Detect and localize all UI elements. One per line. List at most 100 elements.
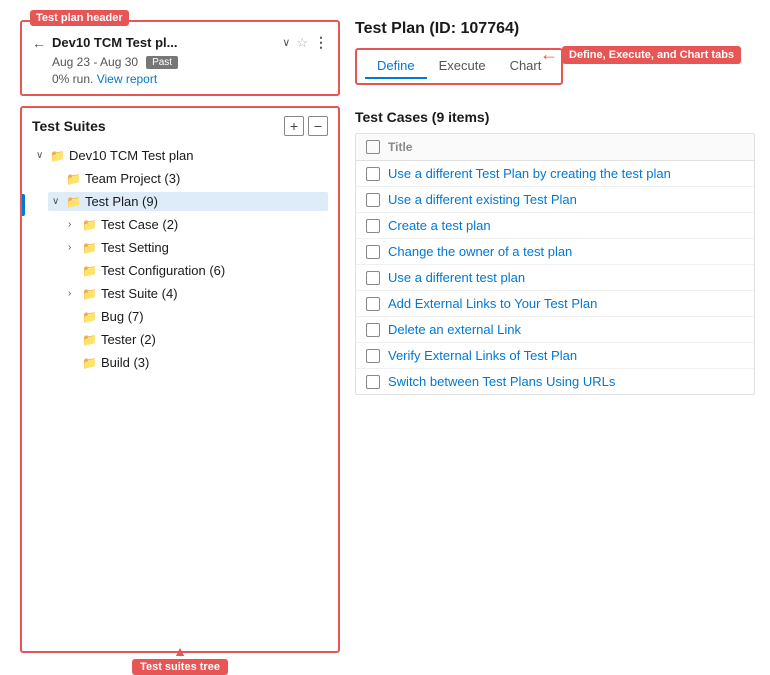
tree-item-label: Test Suite (4) — [101, 286, 178, 301]
tc-item-title[interactable]: Add External Links to Your Test Plan — [388, 296, 597, 311]
tc-checkbox[interactable] — [366, 245, 380, 259]
expand-icon[interactable]: › — [68, 288, 78, 299]
tc-item-title[interactable]: Verify External Links of Test Plan — [388, 348, 577, 363]
tc-checkbox[interactable] — [366, 193, 380, 207]
tc-checkbox[interactable] — [366, 297, 380, 311]
tree-item-label: Build (3) — [101, 355, 149, 370]
header-date-row: Aug 23 - Aug 30 Past — [52, 55, 328, 69]
tree-item[interactable]: ∨ 📁 Test Plan (9) — [32, 190, 328, 213]
folder-icon: 📁 — [82, 241, 97, 255]
remove-suite-button[interactable]: − — [308, 116, 328, 136]
select-all-checkbox[interactable] — [366, 140, 380, 154]
tree-item-row[interactable]: 📁 Test Configuration (6) — [64, 261, 328, 280]
tc-row[interactable]: Use a different existing Test Plan — [356, 187, 754, 213]
badge-arrow-up: ▲ — [132, 643, 228, 659]
tree-item[interactable]: ∨📁Dev10 TCM Test plan — [32, 144, 328, 167]
tc-list: Use a different Test Plan by creating th… — [356, 161, 754, 394]
tree-item-row[interactable]: › 📁 Test Suite (4) — [64, 284, 328, 303]
tree-item-label: Test Setting — [101, 240, 169, 255]
tc-row[interactable]: Create a test plan — [356, 213, 754, 239]
tab-define[interactable]: Define — [365, 54, 427, 79]
tc-checkbox[interactable] — [366, 375, 380, 389]
chevron-down-icon[interactable]: ∨ — [282, 36, 290, 49]
tc-checkbox[interactable] — [366, 271, 380, 285]
suites-tree-badge-container: ▲ Test suites tree — [132, 643, 228, 675]
tree-item[interactable]: 📁 Bug (7) — [32, 305, 328, 328]
tab-execute[interactable]: Execute — [427, 54, 498, 79]
tc-item-title[interactable]: Switch between Test Plans Using URLs — [388, 374, 615, 389]
tree-item-row[interactable]: 📁Tester (2) — [64, 330, 328, 349]
tree-item-row[interactable]: 📁 Bug (7) — [64, 307, 328, 326]
tree-item-row[interactable]: ∨📁Dev10 TCM Test plan — [32, 146, 328, 165]
tree-item-label: Team Project (3) — [85, 171, 180, 186]
tc-col-title: Title — [388, 140, 412, 154]
folder-icon: 📁 — [82, 310, 97, 324]
tree-item[interactable]: › 📁 Test Setting — [32, 236, 328, 259]
header-badge-label: Test plan header — [30, 10, 129, 26]
tree-item-label: Tester (2) — [101, 332, 156, 347]
folder-icon: 📁 — [82, 264, 97, 278]
tree-item-row[interactable]: ∨ 📁 Test Plan (9) — [48, 192, 328, 211]
tc-row[interactable]: Add External Links to Your Test Plan — [356, 291, 754, 317]
tc-row[interactable]: Verify External Links of Test Plan — [356, 343, 754, 369]
tree-item[interactable]: 📁Tester (2) — [32, 328, 328, 351]
tc-item-title[interactable]: Create a test plan — [388, 218, 491, 233]
tc-item-title[interactable]: Use a different test plan — [388, 270, 525, 285]
tree-item-row[interactable]: 📁Team Project (3) — [48, 169, 328, 188]
tc-row[interactable]: Delete an external Link — [356, 317, 754, 343]
tree-item-row[interactable]: › 📁 Test Setting — [64, 238, 328, 257]
tc-checkbox[interactable] — [366, 219, 380, 233]
tree-item-label: Test Case (2) — [101, 217, 178, 232]
tree-item-label: Bug (7) — [101, 309, 144, 324]
expand-icon[interactable]: ∨ — [52, 196, 62, 207]
tc-checkbox[interactable] — [366, 323, 380, 337]
header-top-row: ← Dev10 TCM Test pl... ∨ ☆ ⋮ — [32, 34, 328, 51]
tc-row[interactable]: Switch between Test Plans Using URLs — [356, 369, 754, 394]
add-suite-button[interactable]: + — [284, 116, 304, 136]
tree-item[interactable]: 📁 Test Configuration (6) — [32, 259, 328, 282]
selected-bar-indicator — [22, 194, 25, 216]
expand-icon[interactable]: ∨ — [36, 150, 46, 161]
test-cases-list: Title Use a different Test Plan by creat… — [355, 133, 755, 395]
folder-icon: 📁 — [66, 195, 81, 209]
suites-actions: + − — [284, 116, 328, 136]
tree-item[interactable]: 📁Team Project (3) — [32, 167, 328, 190]
test-suites-box: Test Suites + − ∨📁Dev10 TCM Test plan📁Te… — [20, 106, 340, 653]
tc-item-title[interactable]: Delete an external Link — [388, 322, 521, 337]
test-plan-id-title: Test Plan (ID: 107764) — [355, 20, 755, 38]
back-arrow-icon[interactable]: ← — [32, 35, 46, 51]
expand-icon[interactable]: › — [68, 242, 78, 253]
tc-row[interactable]: Use a different test plan — [356, 265, 754, 291]
folder-icon: 📁 — [82, 356, 97, 370]
tc-row[interactable]: Change the owner of a test plan — [356, 239, 754, 265]
tc-header-row: Title — [356, 134, 754, 161]
suites-header: Test Suites + − — [32, 116, 328, 136]
past-badge: Past — [146, 56, 178, 69]
tc-checkbox[interactable] — [366, 167, 380, 181]
folder-icon: 📁 — [50, 149, 65, 163]
folder-icon: 📁 — [82, 218, 97, 232]
tree-item-row[interactable]: › 📁 Test Case (2) — [64, 215, 328, 234]
main-container: Test plan header ← Dev10 TCM Test pl... … — [0, 0, 770, 673]
tc-row[interactable]: Use a different Test Plan by creating th… — [356, 161, 754, 187]
star-icon[interactable]: ☆ — [296, 35, 308, 51]
tc-item-title[interactable]: Change the owner of a test plan — [388, 244, 572, 259]
run-row: 0% run. View report — [52, 72, 328, 86]
expand-icon[interactable]: › — [68, 219, 78, 230]
tree-item-row[interactable]: 📁 Build (3) — [64, 353, 328, 372]
view-report-link[interactable]: View report — [97, 72, 157, 86]
tabs-container: DefineExecuteChart — [355, 48, 563, 85]
tc-item-title[interactable]: Use a different existing Test Plan — [388, 192, 577, 207]
tc-checkbox[interactable] — [366, 349, 380, 363]
tree-item[interactable]: 📁 Build (3) — [32, 351, 328, 374]
test-plan-header-box: Test plan header ← Dev10 TCM Test pl... … — [20, 20, 340, 96]
more-options-icon[interactable]: ⋮ — [314, 34, 328, 51]
tc-item-title[interactable]: Use a different Test Plan by creating th… — [388, 166, 671, 181]
tree-item[interactable]: › 📁 Test Suite (4) — [32, 282, 328, 305]
test-suites-tree: ∨📁Dev10 TCM Test plan📁Team Project (3)∨📁… — [32, 144, 328, 374]
tree-item[interactable]: › 📁 Test Case (2) — [32, 213, 328, 236]
plan-title: Dev10 TCM Test pl... — [52, 35, 276, 50]
tree-item-label: Test Configuration (6) — [101, 263, 225, 278]
tree-item-label: Test Plan (9) — [85, 194, 158, 209]
folder-icon: 📁 — [82, 287, 97, 301]
